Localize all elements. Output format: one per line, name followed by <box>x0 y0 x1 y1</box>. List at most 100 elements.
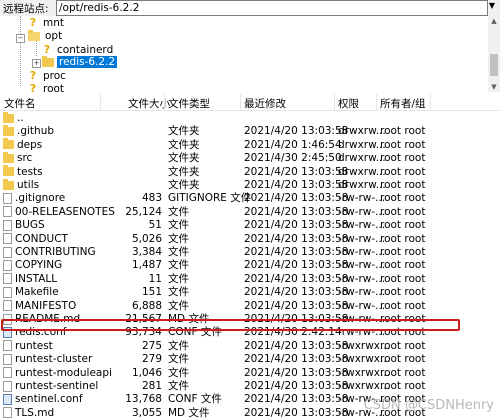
config-file-icon <box>3 393 12 405</box>
column-modified[interactable]: 最近修改 <box>244 96 286 111</box>
file-type: 文件夹 <box>168 138 200 151</box>
scroll-thumb[interactable] <box>490 54 498 76</box>
tree-item-containerd[interactable]: ? containerd <box>42 43 115 56</box>
file-permissions: -rw-rw-... <box>338 246 386 258</box>
table-row[interactable]: README.md 21,567 MD 文件 2021/4/20 13:03:58 -r… <box>0 313 500 327</box>
table-row[interactable]: tests 文件夹 2021/4/20 13:03:58 drwxrw... root … <box>0 165 500 180</box>
file-icon <box>3 300 12 312</box>
file-permissions: -rw-rw-... <box>338 326 386 339</box>
file-icon <box>3 407 12 419</box>
folder-icon <box>3 111 14 123</box>
file-name-text: .gitignore <box>15 192 66 205</box>
file-name-text: utils <box>17 179 40 191</box>
file-name-text: README.md <box>15 313 81 325</box>
file-permissions: -rw-rw-... <box>338 272 386 285</box>
file-size: 279 <box>141 353 162 366</box>
remote-site-label: 远程站点: <box>3 3 49 15</box>
column-type[interactable]: 文件类型 <box>168 96 210 111</box>
table-row[interactable]: runtest-moduleapi 1,046 文件 2021/4/20 13:03:… <box>0 367 500 381</box>
file-type: 文件 <box>168 353 189 366</box>
expand-icon[interactable]: + <box>32 59 41 68</box>
table-row[interactable]: deps 文件夹 2021/4/20 1:46:54 drwxrw... root ro… <box>0 138 500 153</box>
file-modified: 2021/4/20 13:03:58 <box>244 219 349 232</box>
tree-item-root[interactable]: ? root <box>28 82 66 92</box>
column-name[interactable]: 文件名 <box>4 96 36 111</box>
file-name-text: redis.conf <box>15 326 67 339</box>
scroll-up-icon[interactable]: ▲ <box>488 16 500 26</box>
file-owner: root root <box>380 299 426 312</box>
scroll-down-icon[interactable]: ▼ <box>488 82 500 92</box>
tree-item-proc[interactable]: ? proc <box>28 69 68 82</box>
file-type: 文件夹 <box>168 125 200 138</box>
file-name: CONTRIBUTING <box>3 246 96 260</box>
tree-vertical-scrollbar[interactable]: ▲ ▼ <box>488 16 500 92</box>
file-modified: 2021/4/20 13:03:58 <box>244 353 349 366</box>
file-name: Makefile <box>3 286 59 300</box>
file-list-header: 文件名 文件大小 文件类型 最近修改 权限 所有者/组 <box>0 94 500 111</box>
file-owner: root root <box>380 366 426 379</box>
table-row[interactable]: .. <box>0 111 500 126</box>
file-modified: 2021/4/20 13:03:58 <box>244 125 349 138</box>
file-name: MANIFESTO <box>3 300 76 314</box>
file-size: 11 <box>148 272 162 285</box>
tree-item-redis[interactable]: redis-6.2.2 <box>42 55 118 69</box>
file-owner: root root <box>380 192 426 205</box>
file-type: CONF 文件 <box>168 393 222 406</box>
table-row[interactable]: INSTALL 11 文件 2021/4/20 13:03:58 -rw-rw-... r… <box>0 273 500 287</box>
file-name-text: runtest-sentinel <box>15 380 99 392</box>
folder-icon <box>3 165 14 177</box>
table-row[interactable]: src 文件夹 2021/4/30 2:45:50 drwxrw... root roo… <box>0 151 500 166</box>
file-name-text: sentinel.conf <box>15 393 83 406</box>
file-size: 1,046 <box>131 366 162 379</box>
file-type: 文件 <box>168 205 189 218</box>
file-name-text: TLS.md <box>15 406 55 419</box>
file-type: 文件夹 <box>168 179 200 191</box>
file-size: 151 <box>141 286 162 299</box>
table-row[interactable]: MANIFESTO 6,888 文件 2021/4/20 13:03:58 -rw-rw… <box>0 300 500 314</box>
table-row[interactable]: runtest-sentinel 281 文件 2021/4/20 13:03:58-… <box>0 380 500 394</box>
tree-item-mnt[interactable]: ? mnt <box>28 16 66 29</box>
file-name-text: runtest-cluster <box>15 353 93 366</box>
file-modified: 2021/4/20 13:03:58 <box>244 205 349 218</box>
tree-item-opt[interactable]: opt <box>28 29 64 43</box>
file-permissions: -rw-rw-... <box>338 205 386 218</box>
table-row[interactable]: runtest-cluster 279 文件 2021/4/20 13:03:58 -r… <box>0 353 500 367</box>
file-name-text: Makefile <box>15 286 59 299</box>
file-icon <box>3 206 12 218</box>
file-name: 00-RELEASENOTES <box>3 206 115 220</box>
file-permissions: -rw-rw-... <box>338 219 386 232</box>
table-row[interactable]: COPYING 1,487 文件 2021/4/20 13:03:58 -rw-rw-.… <box>0 259 500 273</box>
table-row[interactable]: 00-RELEASENOTES 25,124 文件 2021/4/20 13:03:5… <box>0 206 500 220</box>
column-owner[interactable]: 所有者/组 <box>380 96 426 111</box>
file-modified: 2021/4/20 13:03:58 <box>244 192 349 205</box>
question-icon: ? <box>29 16 37 29</box>
file-name: deps <box>3 138 42 153</box>
file-type: 文件 <box>168 286 189 299</box>
column-permissions[interactable]: 权限 <box>338 96 359 111</box>
file-modified: 2021/4/20 13:03:58 <box>244 232 349 245</box>
file-owner: root root <box>380 138 426 151</box>
file-name: README.md <box>3 313 80 327</box>
table-row[interactable]: BUGS 51 文件 2021/4/20 13:03:58 -rw-rw-... root… <box>0 219 500 233</box>
remote-path-input[interactable]: /opt/redis-6.2.2 <box>56 0 488 16</box>
file-name-text: CONDUCT <box>15 232 68 245</box>
table-row[interactable]: Makefile 151 文件 2021/4/20 13:03:58 -rw-rw-..… <box>0 286 500 300</box>
table-row[interactable]: utils 文件夹 2021/4/20 13:03:58 drwxrw... root … <box>0 178 500 193</box>
file-type: 文件 <box>168 339 189 352</box>
table-row[interactable]: redis.conf 93,734 CONF 文件 2021/4/30 2:42:14… <box>0 326 500 340</box>
path-dropdown-icon[interactable]: ▼ <box>486 1 498 15</box>
table-row[interactable]: .gitignore 483 GITIGNORE 文件 2021/4/20 13:03… <box>0 192 500 206</box>
file-type: MD 文件 <box>168 406 210 419</box>
file-icon <box>3 233 12 245</box>
table-row[interactable]: CONTRIBUTING 3,384 文件 2021/4/20 13:03:58 -rw… <box>0 246 500 260</box>
table-row[interactable]: .github 文件夹 2021/4/20 13:03:58 drwxrw... roo… <box>0 124 500 139</box>
file-modified: 2021/4/20 13:03:58 <box>244 339 349 352</box>
collapse-icon[interactable]: − <box>16 34 25 43</box>
table-row[interactable]: CONDUCT 5,026 文件 2021/4/20 13:03:58 -rw-rw-.… <box>0 233 500 247</box>
file-name-text: .github <box>17 125 55 138</box>
file-modified: 2021/4/20 13:03:58 <box>244 286 349 299</box>
table-row[interactable]: runtest 275 文件 2021/4/20 13:03:58 -rwxrwx...… <box>0 340 500 354</box>
remote-site-bar: 远程站点: /opt/redis-6.2.2 ▼ <box>0 0 500 16</box>
file-name: runtest-sentinel <box>3 380 98 394</box>
file-name: COPYING <box>3 259 62 273</box>
